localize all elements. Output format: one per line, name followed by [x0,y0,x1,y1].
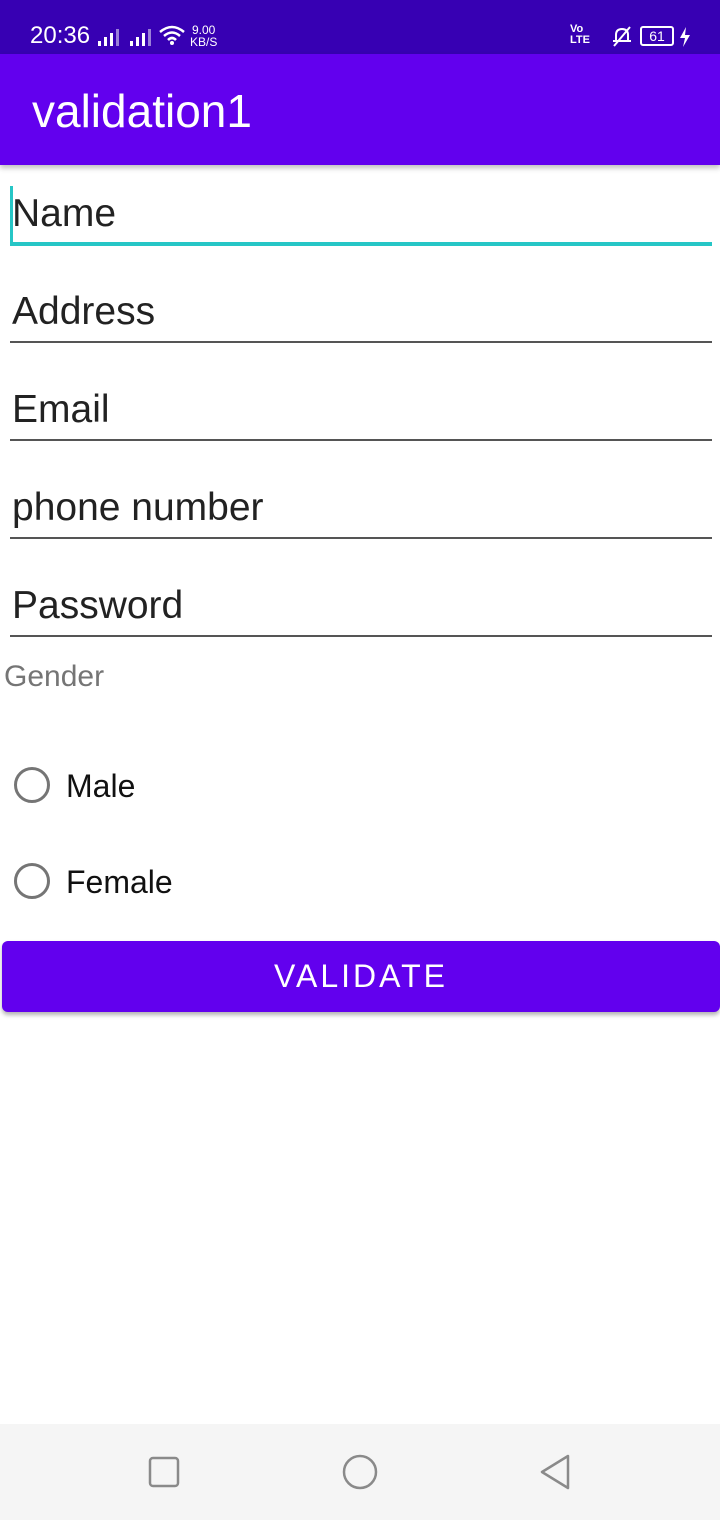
email-input[interactable] [10,381,712,441]
address-input[interactable] [10,283,712,343]
radio-male-label[interactable]: Male [66,768,135,805]
battery-icon: 61 [640,26,674,46]
recent-apps-icon[interactable] [144,1452,184,1492]
text-cursor [10,186,13,242]
speed-unit: KB/S [190,35,218,49]
phone-number-input[interactable] [10,479,712,539]
radio-female[interactable]: Female [12,860,312,910]
radio-unchecked-icon[interactable] [14,863,50,899]
radio-female-label[interactable]: Female [66,864,173,901]
signal-icon [130,28,156,46]
screen: 20:36 9.00 KB/S Vo LTE 61 validation1 Na… [0,0,720,1520]
volte-bottom: LTE [570,34,590,46]
gender-label: Gender [4,660,105,693]
volte-indicator: Vo LTE [570,24,590,46]
validate-button[interactable]: VALIDATE [2,941,720,1012]
app-title: validation1 [32,85,252,137]
password-input[interactable] [10,577,712,637]
battery-level: 61 [649,28,665,44]
navigation-bar [0,1424,720,1520]
wifi-icon [159,25,185,45]
app-bar: validation1 [0,54,720,165]
status-time: 20:36 [30,22,91,49]
network-speed: 9.00 KB/S [190,24,217,48]
radio-unchecked-icon[interactable] [14,767,50,803]
radio-male[interactable]: Male [12,764,312,814]
charging-icon [680,27,690,47]
back-icon[interactable] [536,1452,576,1492]
home-icon[interactable] [340,1452,380,1492]
signal-icon [98,28,124,46]
name-input[interactable] [10,186,712,246]
status-bar: 20:36 9.00 KB/S Vo LTE 61 [0,0,720,54]
bell-off-icon [613,26,631,47]
